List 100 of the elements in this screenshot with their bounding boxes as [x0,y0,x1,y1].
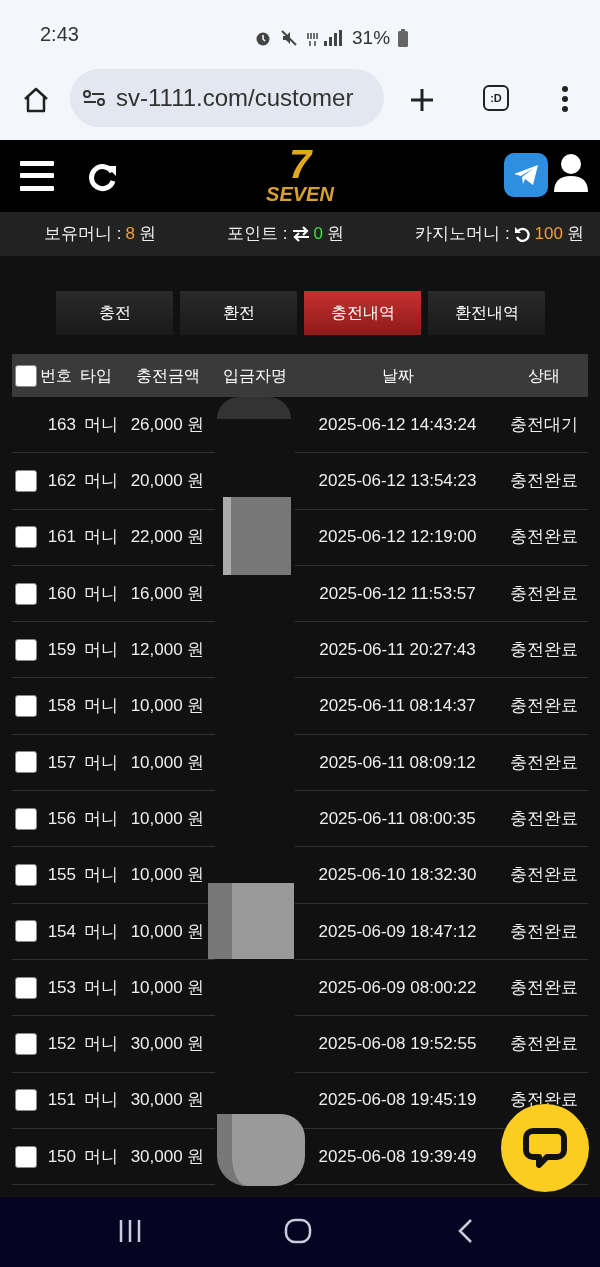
tab[interactable]: 환전 [180,291,297,335]
checkbox[interactable] [15,526,37,549]
paper-plane-icon [513,164,539,186]
table-cell-text: 충전완료 [510,976,578,999]
table-cell-text: 충전완료 [510,864,578,887]
column-header: 상태 [527,365,561,386]
table-cell-text: 2025-06-08 19:52:55 [318,1033,477,1056]
table-cell-text: 160 [47,582,76,605]
tab[interactable]: 충전 [56,291,173,335]
table-cell-text: 머니 [84,1089,118,1112]
table-cell-text: 162 [47,470,76,493]
tab[interactable]: 충전내역 [304,291,421,335]
balance-label: 보유머니 : [44,223,122,246]
checkbox[interactable] [15,920,37,943]
currency-unit: 원 [138,223,156,246]
logo[interactable]: 7 SEVEN [255,144,345,208]
table-cell-text: 20,000 원 [130,470,205,493]
table-cell-text: 10,000 원 [130,695,205,718]
site-settings-icon[interactable] [82,88,106,108]
table-cell-text: 충전완료 [510,751,578,774]
checkbox[interactable] [15,864,37,886]
mute-icon [280,29,298,48]
table-cell-text: 충전완료 [510,470,578,493]
checkbox[interactable] [15,469,37,492]
table-cell-text: 머니 [84,1033,118,1056]
table-cell-text: 161 [47,526,76,549]
checkbox[interactable] [15,695,37,718]
table-cell-text: 158 [47,695,76,718]
battery-percent: 31% [352,26,391,50]
currency-unit: 원 [567,223,584,246]
home-button-icon[interactable] [284,1218,312,1244]
column-header: 번호 [40,365,73,386]
checkbox[interactable] [15,1089,37,1112]
refresh-icon[interactable] [88,162,118,192]
table-cell-text: 머니 [84,807,118,830]
table-cell-text: 머니 [84,582,118,605]
checkbox[interactable] [15,582,37,605]
table-cell-text: 2025-06-12 13:54:23 [318,470,477,493]
table-cell-text: 충전완료 [510,1033,578,1056]
url-bar[interactable]: sv-1111.com/customer [70,69,384,127]
checkbox[interactable] [15,1032,37,1055]
table-cell-text: 163 [47,413,76,436]
table-cell-text: 머니 [84,976,118,999]
table-cell-text: 충전완료 [510,920,578,943]
table-cell-text: 머니 [84,413,118,436]
table-cell-text: 10,000 원 [130,920,205,943]
home-icon[interactable] [22,86,50,114]
more-menu-icon[interactable] [560,85,570,113]
column-header: 타입 [80,365,113,386]
column-header: 충전금액 [134,365,201,386]
table-cell-text: 충전완료 [510,695,578,718]
balance-label: 포인트 : [227,223,288,246]
checkbox[interactable] [15,1145,37,1168]
table-cell-text: 157 [47,751,76,774]
table-cell-text: 159 [47,639,76,662]
table-cell-text: 머니 [84,695,118,718]
new-tab-icon[interactable] [410,88,434,112]
table-cell-text: 충전완료 [510,807,578,830]
table-cell-text: 2025-06-09 08:00:22 [318,976,477,999]
back-icon[interactable] [457,1218,473,1244]
table-cell-text: 10,000 원 [130,807,205,830]
table-cell-text: 머니 [84,751,118,774]
tab-count-button[interactable]: :D [483,85,509,111]
url-text: sv-1111.com/customer [116,83,354,113]
table-cell-text: 머니 [84,470,118,493]
checkbox[interactable] [15,807,37,830]
recent-apps-icon[interactable] [118,1219,142,1243]
table-cell-text: 2025-06-12 12:19:00 [318,526,477,549]
table-cell-text: 2025-06-11 08:14:37 [319,695,476,718]
table-cell-text: 10,000 원 [130,864,205,887]
table-cell-text: 머니 [84,639,118,662]
table-cell-text: 151 [47,1089,76,1112]
balance-value: 8 [125,223,135,246]
table-cell-text: 2025-06-11 08:09:12 [319,751,476,774]
table-cell-text: 22,000 원 [130,526,205,549]
table-cell-text: 2025-06-10 18:32:30 [318,864,477,887]
table-cell-text: 154 [47,920,76,943]
refresh-icon [513,225,531,243]
table-cell-text: 10,000 원 [130,751,205,774]
table-cell-text: 156 [47,807,76,830]
chat-bubble-icon [523,1128,567,1168]
currency-unit: 원 [327,223,344,246]
table-cell-text: 152 [47,1033,76,1056]
checkbox[interactable] [15,751,37,774]
table-cell-text: 2025-06-12 14:43:24 [318,413,477,436]
telegram-button[interactable] [504,153,548,197]
table-cell-text: 머니 [84,864,118,887]
menu-icon[interactable] [20,161,54,191]
table-cell-text: 2025-06-08 19:45:19 [318,1089,477,1112]
table-cell-text: 30,000 원 [130,1145,205,1168]
column-header: 입금자명 [222,365,288,386]
checkbox[interactable] [15,364,37,387]
table-cell-text: 12,000 원 [130,639,205,662]
checkbox[interactable] [15,976,37,999]
table-cell-text: 153 [47,976,76,999]
balance-label: 카지노머니 : [415,223,510,246]
checkbox[interactable] [15,638,37,661]
user-icon[interactable] [554,154,588,192]
status-time: 2:43 [40,22,79,47]
tab[interactable]: 환전내역 [428,291,545,335]
